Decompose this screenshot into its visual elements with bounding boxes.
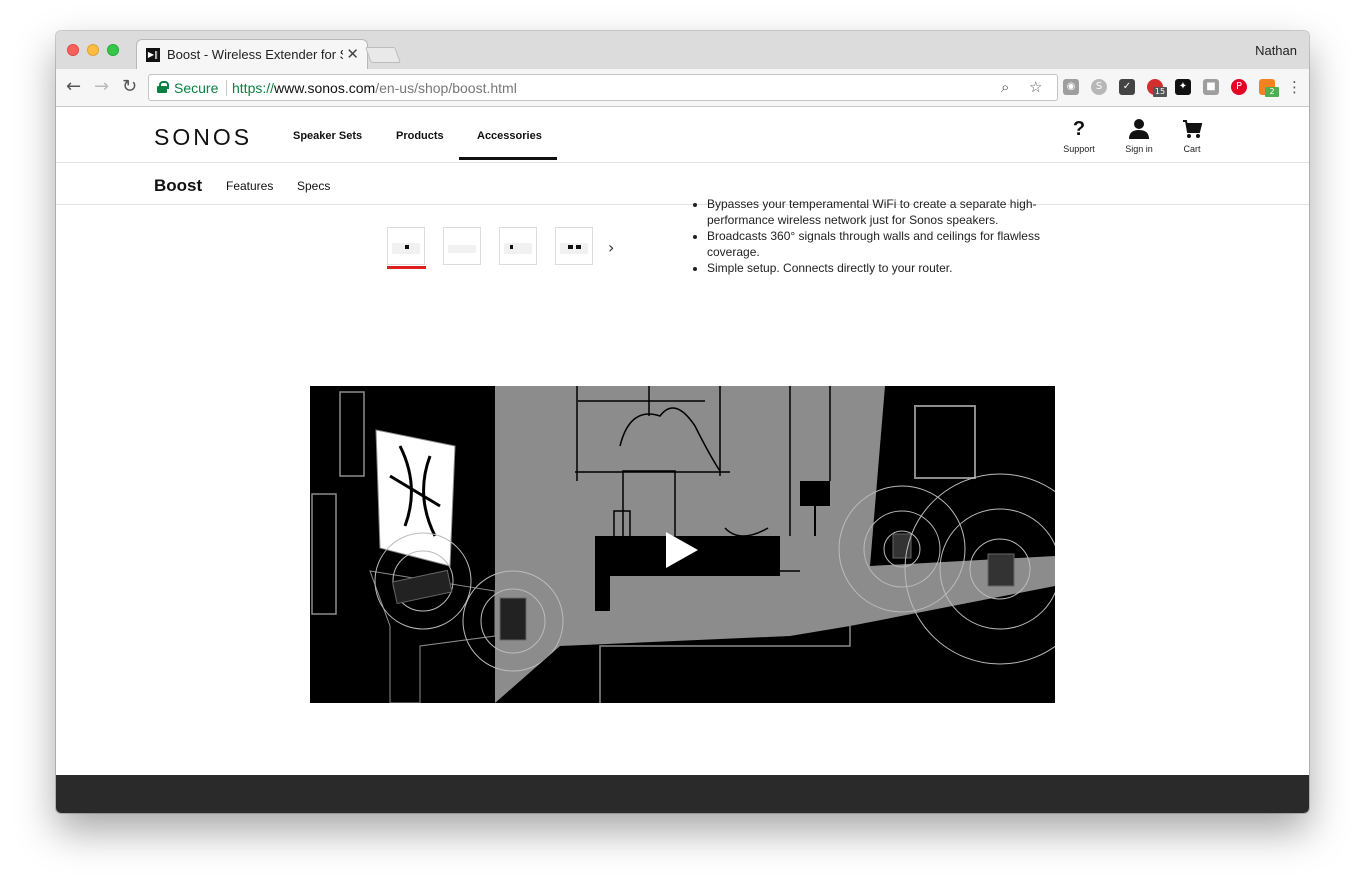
new-tab-button[interactable] xyxy=(365,47,401,63)
nav-speaker-sets[interactable]: Speaker Sets xyxy=(293,130,362,142)
play-icon[interactable] xyxy=(666,532,698,568)
omnibox-divider xyxy=(226,80,227,96)
sign-in-link[interactable]: Sign in xyxy=(1114,118,1164,154)
back-arrow-icon[interactable]: ← xyxy=(66,76,81,97)
url-scheme: https:// xyxy=(232,80,275,96)
feature-list: Bypasses your temperamental WiFi to crea… xyxy=(692,196,1052,276)
reload-icon[interactable]: ↻ xyxy=(122,76,137,97)
site-header: SONOS Speaker Sets Products Accessories … xyxy=(56,108,1309,163)
dark-footer-section xyxy=(56,775,1309,813)
feature-item: Simple setup. Connects directly to your … xyxy=(707,260,1052,276)
browser-menu-icon[interactable]: ⋮ xyxy=(1287,78,1302,96)
secure-label: Secure xyxy=(174,80,219,96)
gallery-thumbnail[interactable] xyxy=(555,227,593,265)
page-content: SONOS Speaker Sets Products Accessories … xyxy=(56,108,1309,813)
zoom-window-button[interactable] xyxy=(107,44,119,56)
url-path: /en-us/shop/boost.html xyxy=(375,80,517,96)
bookmark-star-icon[interactable]: ☆ xyxy=(1029,78,1042,96)
product-video[interactable] xyxy=(310,386,1055,703)
tab-title: Boost - Wireless Extender for Sonos xyxy=(167,47,343,62)
person-icon xyxy=(1114,118,1164,144)
gallery-thumbnail[interactable] xyxy=(499,227,537,265)
product-subnav: Boost Features Specs xyxy=(56,164,1309,205)
extension-badge: 15 xyxy=(1153,87,1167,97)
close-tab-icon[interactable]: ✕ xyxy=(346,45,359,63)
pinterest-extension-icon[interactable]: P xyxy=(1231,79,1247,95)
orange-extension-icon[interactable]: 2 xyxy=(1259,79,1279,97)
camera-extension-icon[interactable]: ◉ xyxy=(1063,79,1079,95)
profile-name[interactable]: Nathan xyxy=(1255,43,1297,58)
boost-device-image xyxy=(504,243,532,254)
nav-products[interactable]: Products xyxy=(396,130,444,142)
question-mark-icon: ? xyxy=(1072,118,1086,140)
plug-extension-icon[interactable]: ✦ xyxy=(1175,79,1191,95)
support-link[interactable]: ? Support xyxy=(1054,118,1104,154)
cart-label: Cart xyxy=(1183,144,1201,154)
cart-icon xyxy=(1167,118,1217,144)
browser-toolbar: ← → ↻ Secure https://www.sonos.com/en-us… xyxy=(56,69,1309,107)
boost-device-image xyxy=(448,245,476,253)
gallery-thumbnail[interactable] xyxy=(387,227,425,265)
device-port xyxy=(576,245,581,249)
address-bar[interactable]: Secure https://www.sonos.com/en-us/shop/… xyxy=(148,74,1058,101)
support-label: Support xyxy=(1063,144,1095,154)
close-window-button[interactable] xyxy=(67,44,79,56)
gallery-thumbnail[interactable] xyxy=(443,227,481,265)
device-led xyxy=(510,245,513,249)
url-text[interactable]: https://www.sonos.com/en-us/shop/boost.h… xyxy=(232,80,517,96)
notification-extension-icon[interactable]: 15 xyxy=(1147,79,1167,97)
browser-window: ▶‖ Boost - Wireless Extender for Sonos ✕… xyxy=(56,31,1309,813)
zoom-magnifier-icon[interactable]: ⌕ xyxy=(1001,78,1009,96)
skype-extension-icon[interactable]: S xyxy=(1091,79,1107,95)
tab-strip: ▶‖ Boost - Wireless Extender for Sonos ✕… xyxy=(56,31,1309,70)
subnav-features[interactable]: Features xyxy=(226,179,273,193)
lock-icon xyxy=(157,81,169,93)
gallery-next-chevron-icon[interactable]: › xyxy=(608,238,614,257)
feature-item: Bypasses your temperamental WiFi to crea… xyxy=(707,196,1052,228)
subnav-specs[interactable]: Specs xyxy=(297,179,330,193)
browser-tab[interactable]: ▶‖ Boost - Wireless Extender for Sonos ✕ xyxy=(136,39,368,70)
sonos-logo[interactable]: SONOS xyxy=(154,124,252,151)
device-port xyxy=(568,245,573,249)
cart-link[interactable]: Cart xyxy=(1167,118,1217,154)
minimize-window-button[interactable] xyxy=(87,44,99,56)
url-host: www.sonos.com xyxy=(274,80,376,96)
boost-device-image xyxy=(560,243,588,254)
sign-in-label: Sign in xyxy=(1125,144,1153,154)
product-title[interactable]: Boost xyxy=(154,176,202,196)
pocket-extension-icon[interactable]: ✓ xyxy=(1119,79,1135,95)
device-led xyxy=(405,245,409,249)
forward-arrow-icon[interactable]: → xyxy=(94,76,109,97)
nav-accessories[interactable]: Accessories xyxy=(477,130,542,142)
feature-item: Broadcasts 360° signals through walls an… xyxy=(707,228,1052,260)
tag-extension-icon[interactable]: ■ xyxy=(1203,79,1219,95)
active-thumbnail-indicator xyxy=(387,266,426,269)
active-nav-underline xyxy=(459,157,557,160)
play-pause-favicon-icon: ▶‖ xyxy=(146,48,160,62)
extension-badge: 2 xyxy=(1265,87,1279,97)
